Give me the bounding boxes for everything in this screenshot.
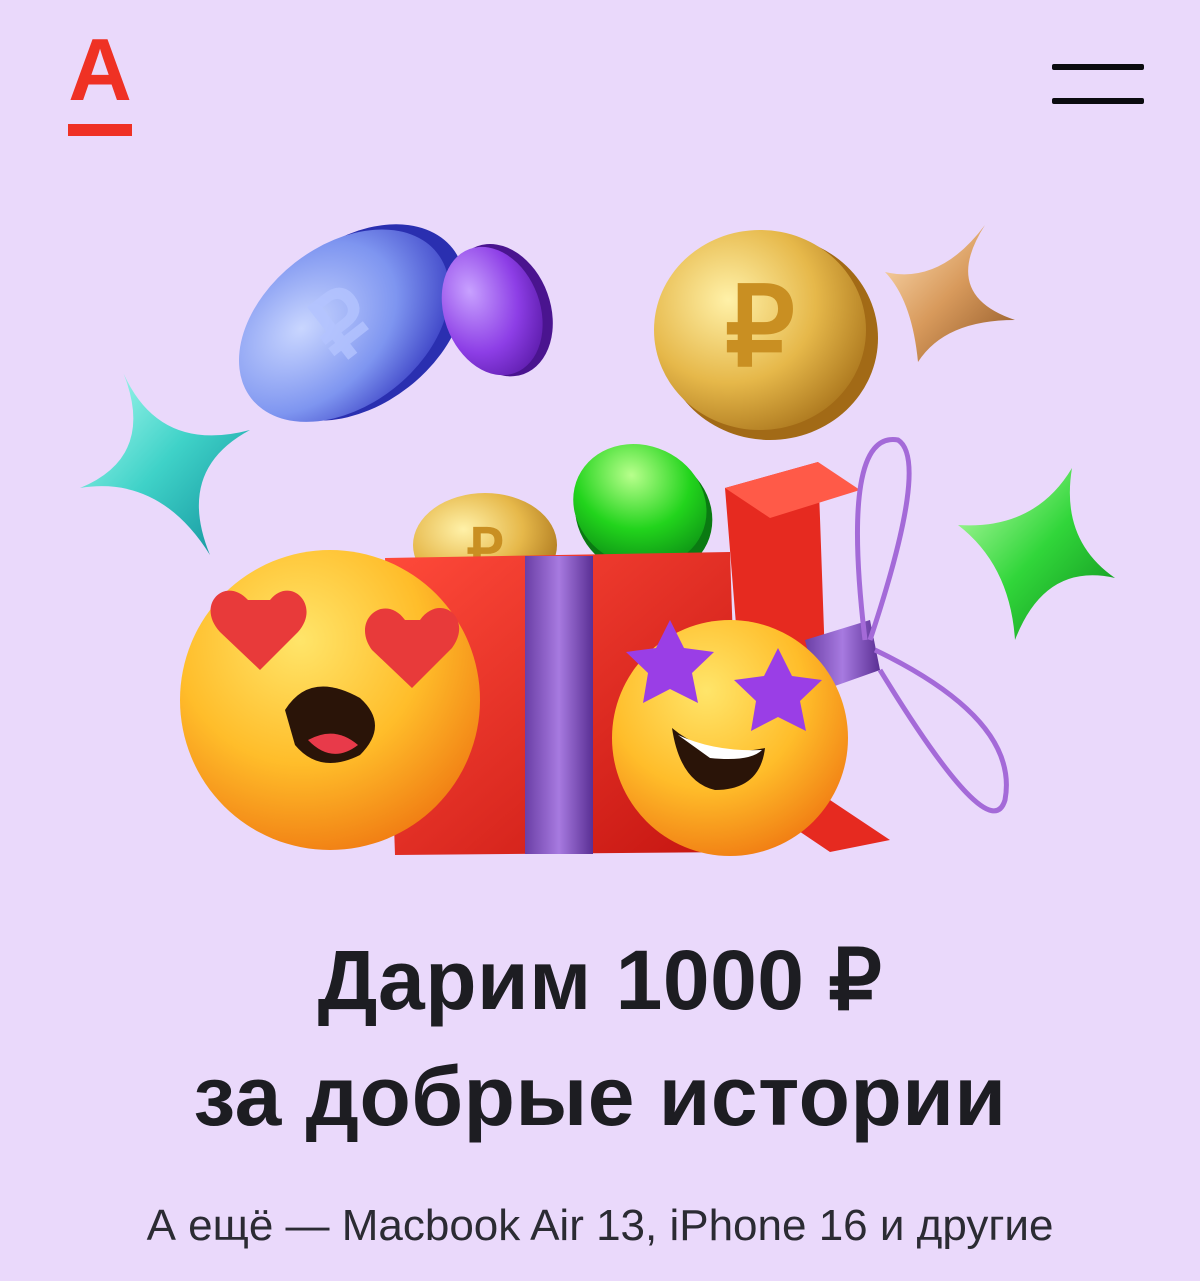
bronze-sparkle-icon	[885, 225, 1015, 362]
promo-title: Дарим 1000 ₽ за добрые истории	[0, 922, 1200, 1154]
promo-title-line2: за добрые истории	[193, 1049, 1007, 1143]
heart-eyes-emoji-icon	[180, 550, 480, 850]
promo-title-line1: Дарим 1000 ₽	[317, 933, 883, 1027]
star-eyes-emoji-icon	[612, 620, 848, 856]
header: А	[0, 0, 1200, 160]
logo-letter: А	[68, 20, 132, 119]
teal-sparkle-icon	[80, 365, 250, 555]
menu-line-bottom	[1052, 98, 1144, 104]
gold-ruble-coin-icon: ₽	[654, 230, 878, 440]
svg-text:₽: ₽	[725, 266, 795, 389]
hero-gift-illustration: ₽ ₽ ₽	[80, 224, 1115, 856]
promo-subtitle: А ещё — Macbook Air 13, iPhone 16 и друг…	[146, 1201, 1054, 1250]
alfa-bank-logo[interactable]: А	[62, 20, 138, 140]
green-sparkle-icon	[958, 468, 1115, 640]
hamburger-menu-icon[interactable]	[1050, 60, 1146, 110]
logo-underline	[68, 124, 132, 136]
menu-line-top	[1052, 64, 1144, 70]
